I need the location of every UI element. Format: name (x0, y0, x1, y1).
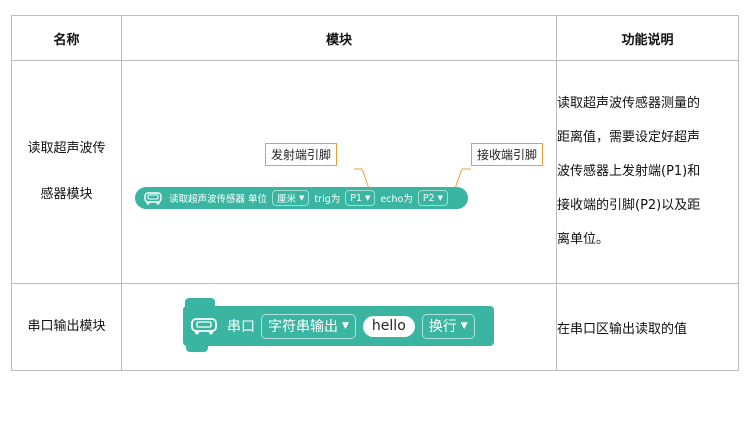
cell-module: 发射端引脚 接收端引脚 读取超声波传感器 单位 厘米 ▼ trig为 P1 ▼ ec… (121, 60, 557, 284)
trig-dropdown[interactable]: P1 ▼ (345, 190, 376, 206)
table-row: 串口输出模块 串口 字符串输出 ▼ hello 换行 ▼ 在串口区输出读取的值 (11, 283, 739, 371)
mode-dropdown[interactable]: 字符串输出 ▼ (261, 313, 356, 339)
echo-value: P2 (422, 192, 435, 204)
cell-name: 串口输出模块 (11, 283, 122, 371)
block-label: 读取超声波传感器 单位 (169, 194, 268, 205)
caret-down-icon: ▼ (437, 194, 443, 202)
header-desc: 功能说明 (556, 15, 739, 61)
cell-desc: 在串口区输出读取的值 (556, 283, 739, 371)
table-row: 读取超声波传 感器模块 发射端引脚 接收端引脚 读取超声波传感器 单位 厘米 ▼ … (11, 60, 739, 284)
desc-line: 距离值，需要设定好超声 (557, 130, 701, 145)
newline-dropdown[interactable]: 换行 ▼ (421, 313, 475, 339)
newline-value: 换行 (428, 319, 457, 335)
desc-line: 波传感器上发射端(P1)和 (557, 164, 701, 179)
caret-down-icon: ▼ (365, 194, 371, 202)
serial-output-block[interactable]: 串口 字符串输出 ▼ hello 换行 ▼ (183, 298, 494, 356)
caret-down-icon: ▼ (299, 194, 305, 202)
car-icon (144, 192, 162, 205)
echo-label: echo为 (380, 194, 413, 205)
name-line: 读取超声波传 (27, 141, 106, 156)
car-icon (191, 318, 217, 335)
callout-trig: 发射端引脚 (265, 143, 338, 166)
callout-lines (354, 168, 471, 198)
mode-value: 字符串输出 (268, 319, 338, 335)
block-body: 串口 字符串输出 ▼ hello 换行 ▼ (183, 306, 494, 346)
unit-value: 厘米 (277, 194, 297, 205)
caret-down-icon: ▼ (342, 321, 349, 331)
desc-line: 读取超声波传感器测量的 (557, 96, 701, 111)
unit-dropdown[interactable]: 厘米 ▼ (272, 190, 310, 206)
trig-value: P1 (350, 192, 363, 204)
text-input[interactable]: hello (362, 315, 415, 337)
echo-dropdown[interactable]: P2 ▼ (417, 190, 448, 206)
ultrasonic-block[interactable]: 读取超声波传感器 单位 厘米 ▼ trig为 P1 ▼ echo为 P2 ▼ (135, 187, 468, 209)
cell-module: 串口 字符串输出 ▼ hello 换行 ▼ (121, 283, 557, 371)
caret-down-icon: ▼ (460, 321, 468, 331)
desc-line: 接收端的引脚(P2)以及距 (557, 198, 701, 213)
cell-desc: 读取超声波传感器测量的 距离值，需要设定好超声 波传感器上发射端(P1)和 接收… (556, 60, 739, 284)
desc-line: 离单位。 (557, 232, 610, 247)
trig-label: trig为 (314, 194, 341, 205)
cell-name: 读取超声波传 感器模块 (11, 60, 122, 284)
module-table: 名称 模块 功能说明 读取超声波传 感器模块 发射端引脚 接收端引脚 读取超声波… (11, 15, 739, 371)
block-label: 串口 (227, 319, 255, 335)
header-module: 模块 (121, 15, 557, 61)
header-name: 名称 (11, 15, 122, 61)
name-line: 感器模块 (40, 187, 93, 202)
callout-echo: 接收端引脚 (471, 143, 544, 166)
